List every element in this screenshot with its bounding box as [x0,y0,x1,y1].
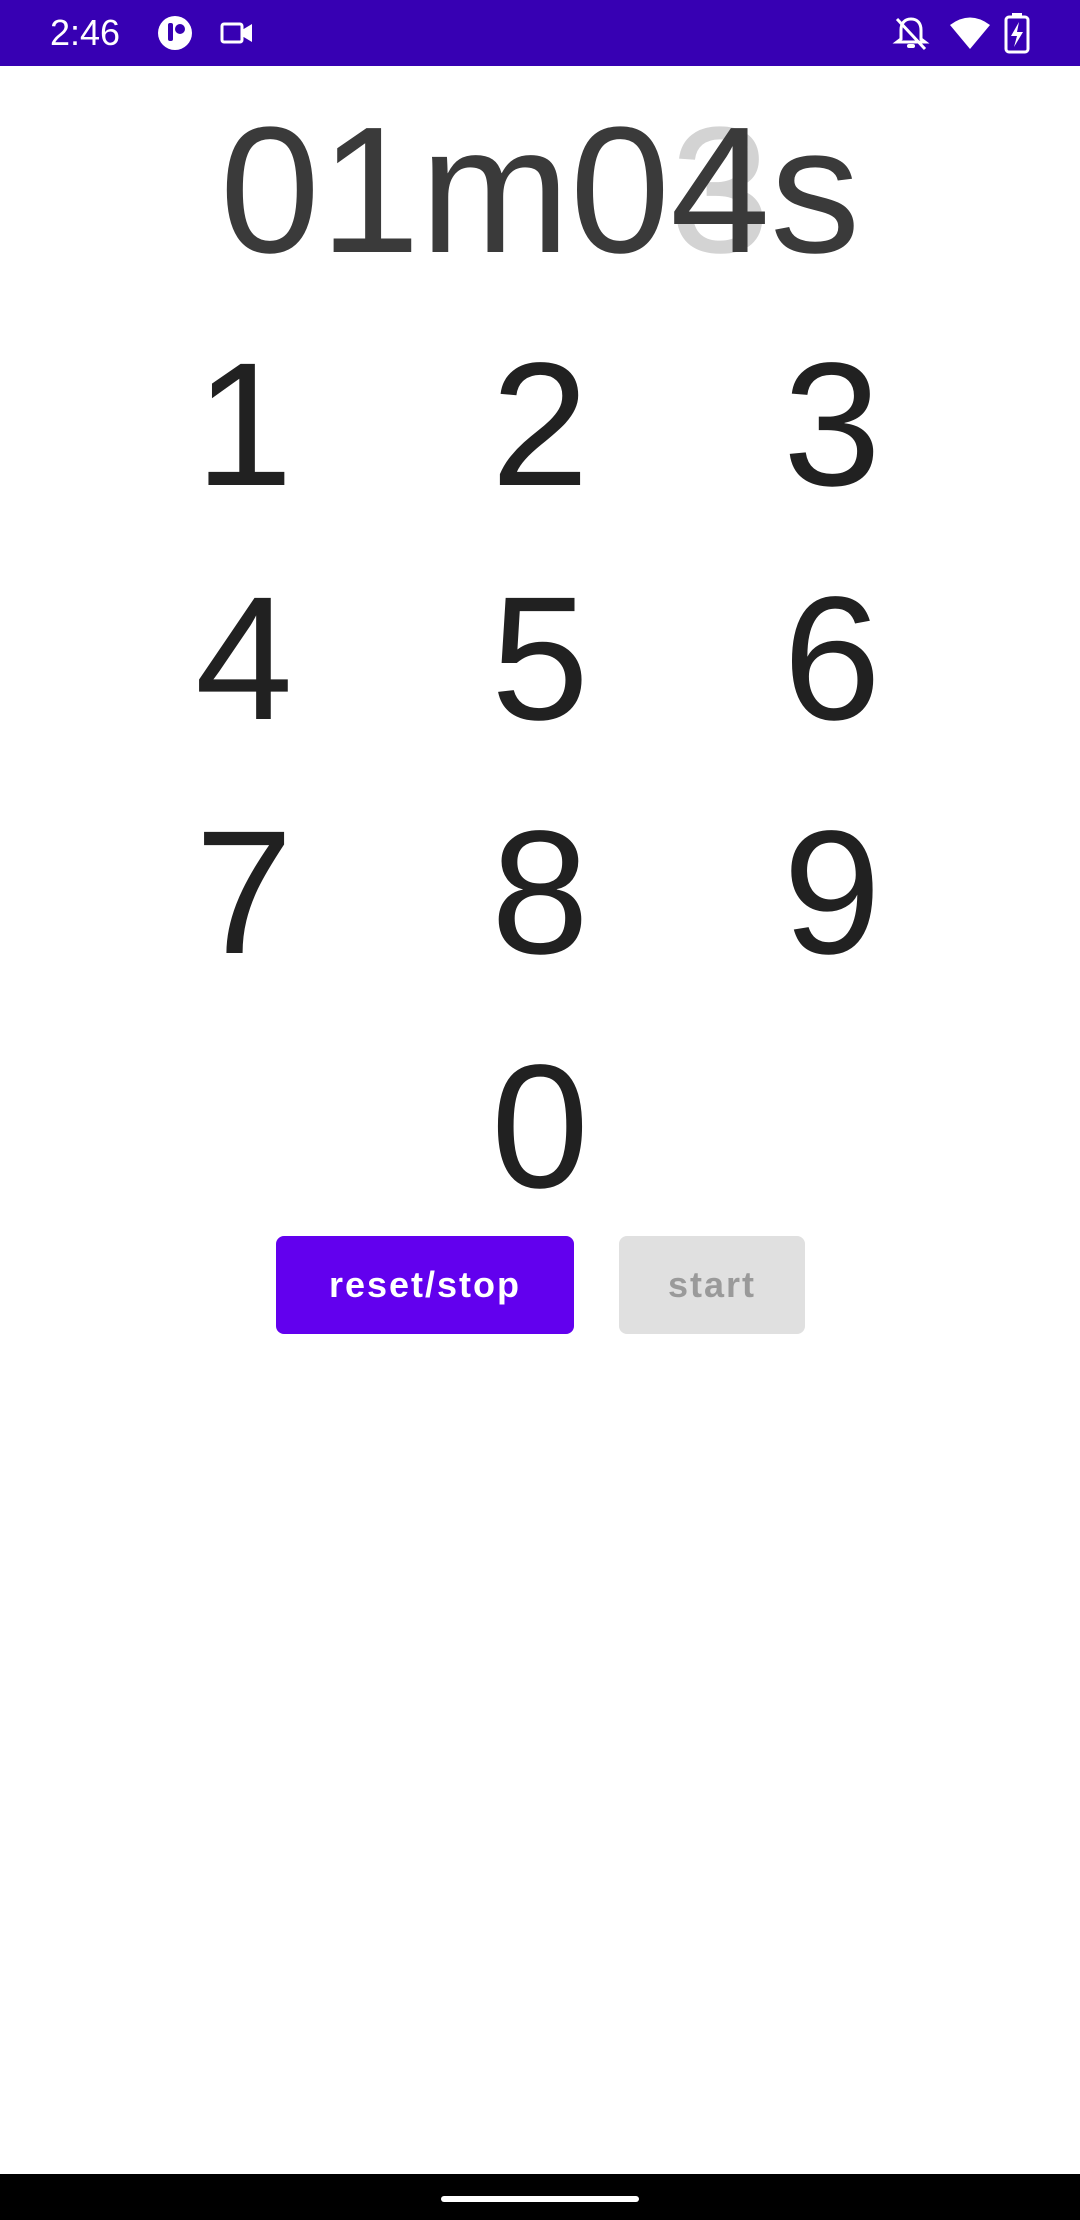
reset-stop-button[interactable]: reset/stop [276,1236,574,1334]
home-gesture-handle[interactable] [441,2196,639,2202]
key-6[interactable]: 6 [732,554,932,764]
notifications-off-icon [892,14,930,57]
key-1[interactable]: 1 [144,320,344,530]
battery-charging-icon [1004,12,1030,59]
navigation-bar [0,2174,1080,2220]
timer-seconds-tens: 0 [569,90,671,291]
key-4[interactable]: 4 [144,554,344,764]
app-notification-icon [156,14,194,57]
timer-seconds-ones-current: 4 [670,90,771,291]
timer-seconds-unit: s [770,90,861,291]
key-5[interactable]: 5 [440,554,640,764]
key-7[interactable]: 7 [144,788,344,998]
video-camera-icon [220,18,254,53]
key-8[interactable]: 8 [440,788,640,998]
key-0[interactable]: 0 [440,1022,640,1232]
wifi-icon [948,16,992,55]
key-9[interactable]: 9 [732,788,932,998]
timer-minutes: 01 [219,90,421,291]
timer-seconds-ones: 34 [670,96,770,286]
timer-minutes-unit: m [420,90,570,291]
key-3[interactable]: 3 [732,320,932,530]
status-time: 2:46 [50,12,121,53]
start-button[interactable]: start [619,1236,805,1334]
timer-display: 01m0 3 4s [0,96,1080,286]
status-bar: 2:46 [0,0,1080,66]
key-2[interactable]: 2 [440,320,640,530]
